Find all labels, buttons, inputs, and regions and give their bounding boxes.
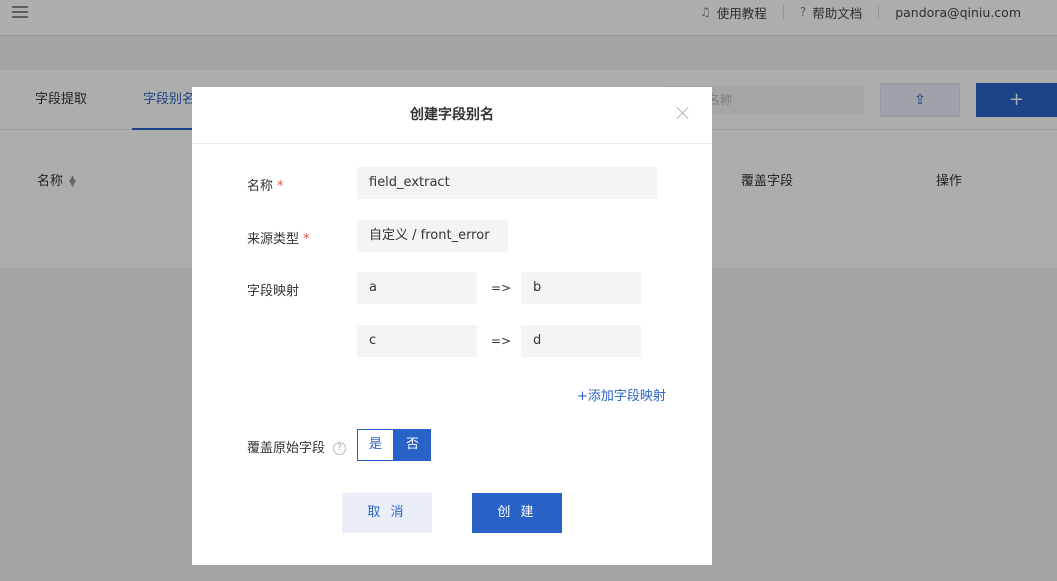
cover-no-option[interactable]: 否 — [394, 429, 431, 461]
close-icon[interactable] — [676, 106, 690, 120]
source-type-field[interactable]: 自定义 / front_error — [357, 220, 508, 252]
mapping-arrow: => — [491, 281, 512, 295]
required-mark: * — [277, 179, 284, 194]
cover-yes-option[interactable]: 是 — [357, 429, 394, 461]
required-mark: * — [303, 232, 310, 247]
cancel-button[interactable]: 取 消 — [342, 493, 432, 533]
help-icon[interactable]: ? — [333, 442, 347, 455]
mapping-source-input[interactable]: c — [357, 325, 477, 357]
cover-original-toggle: 是 否 — [357, 429, 431, 461]
source-type-label: 来源类型 * — [247, 228, 310, 247]
cover-original-label: 覆盖原始字段? — [247, 437, 347, 456]
create-alias-dialog: 创建字段别名 名称 * field_extract 来源类型 * 自定义 / fro… — [192, 87, 712, 565]
source-type-label-text: 来源类型 — [247, 232, 300, 247]
field-mapping-label: 字段映射 — [247, 284, 300, 299]
dialog-title: 创建字段别名 — [410, 107, 494, 123]
mapping-target-input[interactable]: d — [521, 325, 641, 357]
mapping-source-input[interactable]: a — [357, 272, 477, 304]
mapping-arrow: => — [491, 334, 512, 348]
create-button[interactable]: 创 建 — [472, 493, 562, 533]
name-label-text: 名称 — [247, 179, 274, 194]
cover-original-label-text: 覆盖原始字段 — [247, 441, 326, 456]
add-mapping-link[interactable]: +添加字段映射 — [577, 385, 666, 404]
name-input[interactable]: field_extract — [357, 167, 657, 199]
mapping-target-input[interactable]: b — [521, 272, 641, 304]
dialog-header: 创建字段别名 — [192, 87, 712, 144]
name-label: 名称 * — [247, 175, 284, 194]
